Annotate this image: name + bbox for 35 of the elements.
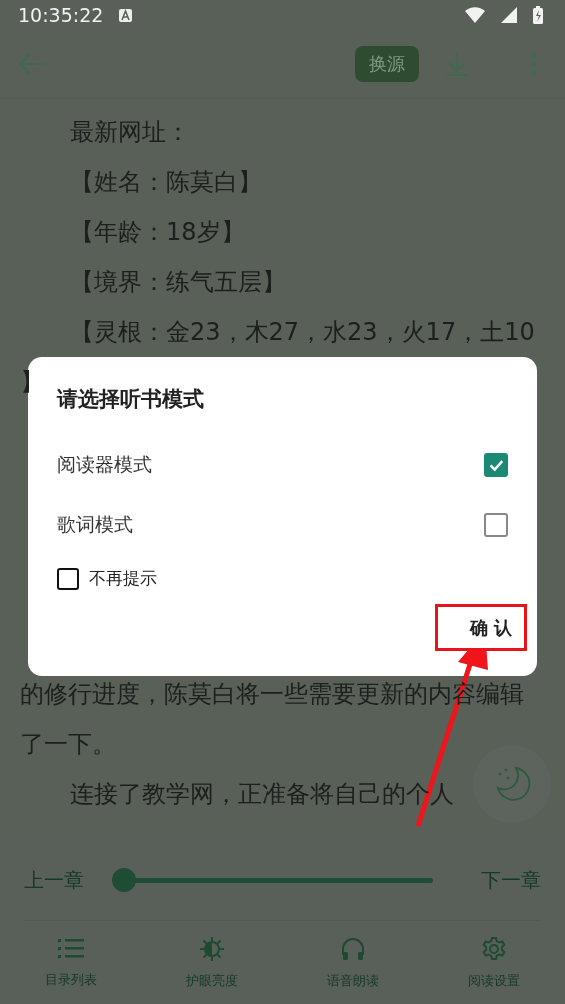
keyboard-notification-icon — [119, 8, 133, 22]
chapter-slider-thumb[interactable] — [112, 868, 136, 892]
text-line: 【灵根：金23，木27，水23，火17，土10 — [69, 317, 535, 348]
nav-tab[interactable]: 目录列表 — [0, 921, 142, 1004]
text-line: 【境界：练气五层】 — [69, 267, 286, 298]
nav-tab[interactable]: 阅读设置 — [423, 921, 565, 1004]
back-arrow-icon[interactable] — [18, 52, 44, 76]
download-icon[interactable] — [445, 52, 469, 76]
wifi-icon — [465, 7, 485, 23]
previous-chapter-link[interactable]: 上一章 — [24, 866, 84, 894]
settings-icon — [481, 935, 508, 962]
option-checkbox[interactable] — [484, 453, 508, 477]
text-line: 【年龄：18岁】 — [69, 217, 245, 248]
headphones-icon — [340, 935, 367, 962]
dialog-title: 请选择听书模式 — [57, 386, 205, 413]
list-icon — [57, 936, 84, 961]
more-menu-icon[interactable] — [531, 52, 537, 76]
signal-icon — [501, 7, 517, 23]
change-source-button[interactable]: 换源 — [355, 46, 419, 82]
chapter-slider[interactable] — [112, 868, 433, 892]
option-label: 歌词模式 — [57, 512, 133, 537]
dont-show-again-checkbox[interactable] — [57, 567, 79, 590]
nav-tab[interactable]: 护眼亮度 — [141, 921, 283, 1004]
next-chapter-link[interactable]: 下一章 — [481, 866, 541, 894]
confirm-button[interactable]: 确 认 — [467, 611, 514, 644]
option-label: 阅读器模式 — [57, 452, 152, 477]
option-checkbox[interactable] — [484, 513, 508, 537]
nav-tab[interactable]: 语音朗读 — [282, 921, 424, 1004]
battery-icon — [533, 6, 543, 24]
dont-show-again-label: 不再提示 — [89, 567, 157, 590]
text-line: 了一下。 — [20, 729, 116, 760]
text-line: 最新网址： — [69, 117, 190, 148]
status-time: 10:35:22 — [18, 4, 104, 26]
brightness-icon — [198, 935, 225, 962]
text-line: 【姓名：陈莫白】 — [69, 167, 262, 198]
